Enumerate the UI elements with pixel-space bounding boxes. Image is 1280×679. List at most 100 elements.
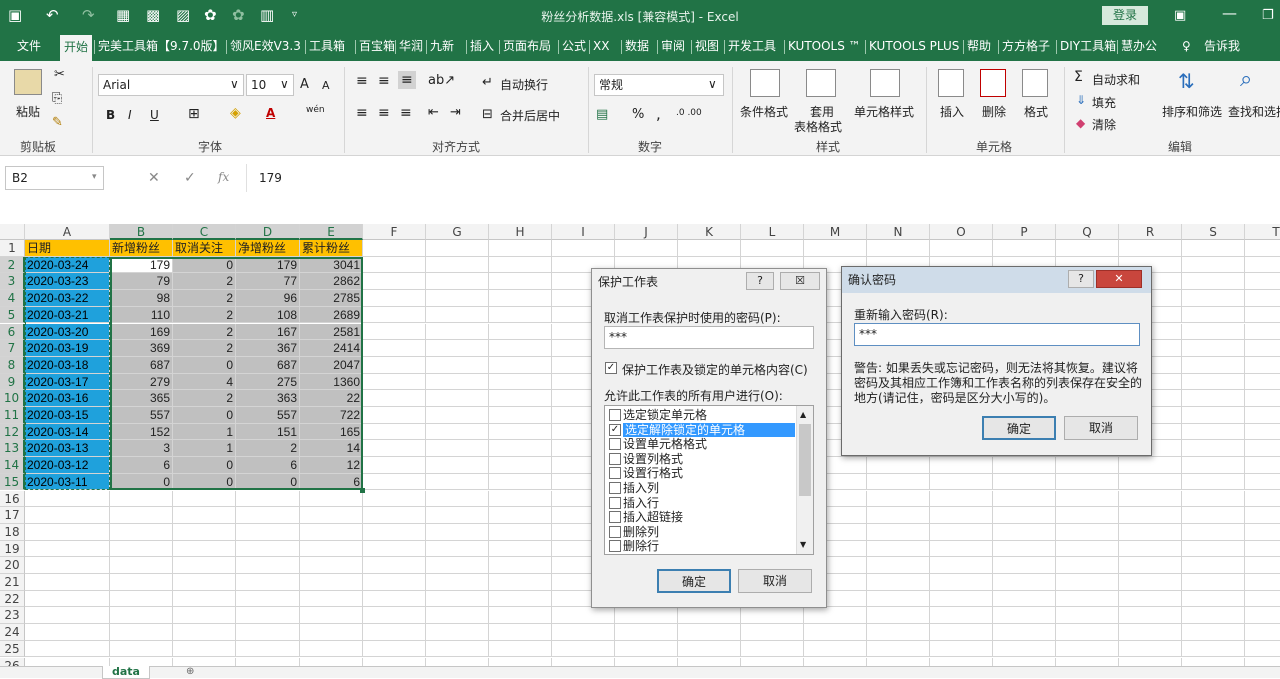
cell[interactable] xyxy=(741,624,804,641)
cell[interactable] xyxy=(1245,357,1280,374)
name-box[interactable]: B2 xyxy=(5,166,104,190)
cell[interactable] xyxy=(1182,624,1245,641)
cell[interactable] xyxy=(110,490,173,508)
number-cell[interactable]: 1 xyxy=(173,423,236,441)
cell[interactable] xyxy=(110,574,173,591)
fill-button[interactable]: 填充 xyxy=(1092,94,1116,111)
number-cell[interactable]: 0 xyxy=(110,473,173,491)
cell[interactable] xyxy=(678,607,741,625)
cell[interactable] xyxy=(930,640,993,658)
cell[interactable] xyxy=(1056,540,1119,558)
cell[interactable] xyxy=(1182,657,1245,666)
column-header-O[interactable]: O xyxy=(930,224,993,240)
cell[interactable] xyxy=(25,557,110,574)
tab-20[interactable]: DIY工具箱 xyxy=(1060,32,1116,61)
permission-checkbox[interactable] xyxy=(609,496,621,509)
number-cell[interactable]: 557 xyxy=(236,407,300,424)
cell[interactable] xyxy=(930,473,993,491)
permissions-list[interactable]: ▲ ▼ 选定锁定单元格 ✓ 选定解除锁定的单元格 设置单元格格式 设置列格式 设置行格式插… xyxy=(604,405,814,555)
cell[interactable] xyxy=(363,273,426,291)
permission-option[interactable]: 选定解除锁定的单元格 xyxy=(623,422,795,437)
cell[interactable] xyxy=(363,473,426,491)
cell[interactable] xyxy=(1245,474,1280,491)
cell[interactable] xyxy=(489,423,552,441)
tab-1[interactable]: 开始 xyxy=(60,35,93,61)
number-cell[interactable]: 2414 xyxy=(300,340,363,357)
cell-style-button[interactable]: 单元格样式 xyxy=(854,103,914,120)
tab-4[interactable]: 工具箱 xyxy=(309,32,345,61)
row-header-22[interactable]: 22 xyxy=(0,590,25,608)
number-cell[interactable]: 2 xyxy=(173,340,236,357)
permission-checkbox[interactable] xyxy=(609,452,621,465)
cell[interactable] xyxy=(363,256,426,274)
number-cell[interactable]: 0 xyxy=(236,473,300,491)
cell[interactable] xyxy=(236,607,300,625)
cell[interactable] xyxy=(615,624,678,641)
insert-cells-button[interactable]: 插入 xyxy=(940,103,964,120)
cell[interactable] xyxy=(300,590,363,608)
number-cell[interactable]: 687 xyxy=(110,356,173,374)
font-name-select[interactable]: Arial xyxy=(98,74,244,96)
cell[interactable] xyxy=(426,423,489,441)
cell[interactable] xyxy=(1119,490,1182,508)
cell[interactable] xyxy=(426,290,489,307)
row-header-26[interactable]: 26 xyxy=(0,657,25,666)
cell[interactable] xyxy=(236,557,300,574)
cell[interactable] xyxy=(426,640,489,658)
cell[interactable] xyxy=(1182,473,1245,491)
cell[interactable] xyxy=(804,240,867,257)
number-cell[interactable]: 6 xyxy=(300,473,363,491)
cell[interactable] xyxy=(678,657,741,666)
row-header-4[interactable]: 4 xyxy=(0,290,25,307)
cell[interactable] xyxy=(930,607,993,625)
tab-15[interactable]: 开发工具 xyxy=(728,32,776,61)
cell[interactable] xyxy=(489,457,552,474)
cell[interactable] xyxy=(1182,423,1245,441)
cell[interactable] xyxy=(489,373,552,391)
column-header-C[interactable]: C xyxy=(173,224,236,240)
row-header-10[interactable]: 10 xyxy=(0,390,25,407)
cell[interactable] xyxy=(552,607,615,625)
number-cell[interactable]: 179 xyxy=(110,256,173,274)
row-header-15[interactable]: 15 xyxy=(0,473,25,491)
italic-button[interactable]: I xyxy=(128,108,132,122)
tab-2[interactable]: 完美工具箱【9.7.0版】 xyxy=(98,32,225,61)
cell[interactable] xyxy=(1182,390,1245,407)
cell[interactable] xyxy=(1119,473,1182,491)
permission-checkbox[interactable] xyxy=(609,482,621,494)
cell[interactable] xyxy=(300,507,363,524)
wrap-text-button[interactable]: 自动换行 xyxy=(500,76,548,93)
cell[interactable] xyxy=(804,640,867,658)
cell[interactable] xyxy=(552,657,615,666)
cell[interactable] xyxy=(1056,557,1119,574)
row-header-25[interactable]: 25 xyxy=(0,640,25,658)
column-header-G[interactable]: G xyxy=(426,224,489,240)
cell[interactable] xyxy=(615,657,678,666)
cell[interactable] xyxy=(1182,490,1245,508)
cell[interactable] xyxy=(363,440,426,458)
permission-option[interactable]: 选定锁定单元格 xyxy=(623,408,707,422)
cell[interactable] xyxy=(1182,256,1245,274)
cell[interactable] xyxy=(930,557,993,574)
cell[interactable] xyxy=(930,590,993,608)
permission-option[interactable]: 插入超链接 xyxy=(623,510,683,524)
number-cell[interactable]: 2 xyxy=(173,306,236,324)
cell[interactable] xyxy=(173,540,236,558)
cell[interactable] xyxy=(489,590,552,608)
cell[interactable] xyxy=(110,507,173,524)
cell[interactable] xyxy=(426,507,489,524)
row-header-2[interactable]: 2 xyxy=(0,256,25,274)
cell[interactable] xyxy=(993,457,1056,474)
number-cell[interactable]: 0 xyxy=(173,356,236,374)
cell[interactable] xyxy=(993,574,1056,591)
cell[interactable] xyxy=(867,523,930,541)
cell[interactable] xyxy=(110,557,173,574)
number-cell[interactable]: 687 xyxy=(236,356,300,374)
column-header-L[interactable]: L xyxy=(741,224,804,240)
cell[interactable] xyxy=(1245,290,1280,307)
number-cell[interactable]: 2 xyxy=(173,323,236,341)
cell[interactable] xyxy=(300,657,363,666)
date-cell[interactable]: 2020-03-21 xyxy=(25,306,110,324)
cell[interactable] xyxy=(993,240,1056,257)
number-cell[interactable]: 0 xyxy=(173,256,236,274)
